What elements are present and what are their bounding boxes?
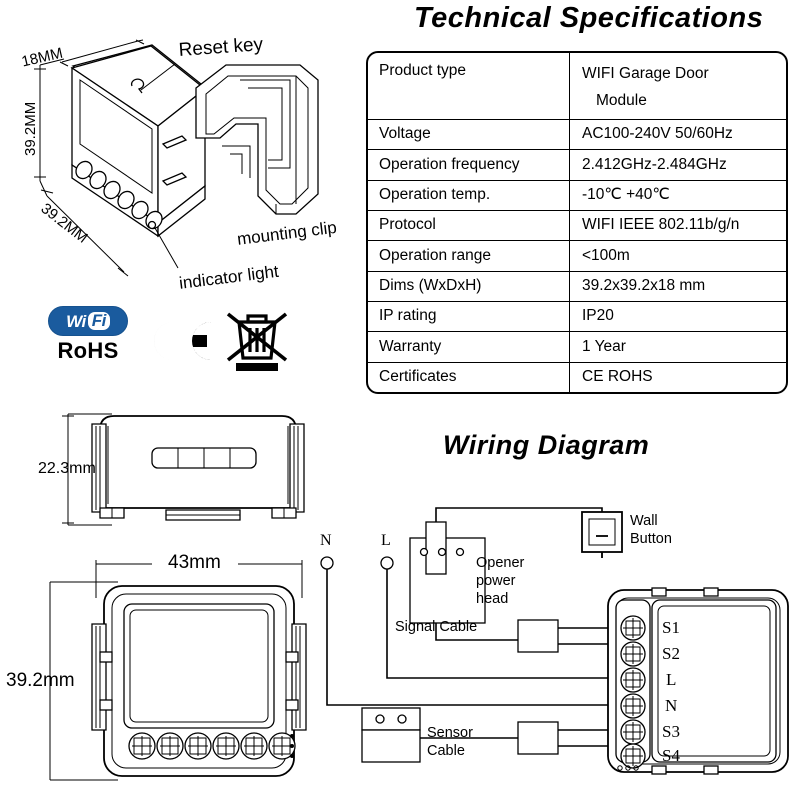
table-row: Certificates CE ROHS	[368, 362, 786, 392]
top-view-drawing: 43mm 39.2mm	[0, 548, 340, 798]
wifi-logo-wi: Wi	[66, 311, 86, 331]
weee-crossed-bin-icon	[222, 306, 292, 374]
table-row: Operation frequency 2.412GHz-2.484GHz	[368, 149, 786, 181]
label-signal-cable: Signal Cable	[395, 619, 478, 635]
table-row: IP rating IP20	[368, 301, 786, 333]
spec-value: -10℃ +40℃	[569, 180, 786, 211]
table-row: Product type WIFI Garage Door Module	[368, 53, 786, 120]
spec-value: 2.412GHz-2.484GHz	[569, 149, 786, 181]
side-view-drawing: 22.3mm	[0, 400, 340, 550]
terminal-label-s3: S3	[662, 722, 680, 741]
label-opener-line1: Opener	[476, 555, 525, 571]
spec-key: Dims (WxDxH)	[368, 271, 570, 302]
label-sensor-cable-line2: Cable	[427, 743, 465, 759]
table-row: Protocol WIFI IEEE 802.11b/g/n	[368, 210, 786, 242]
section-title-wiring: Wiring Diagram	[443, 430, 650, 460]
spec-value: AC100-240V 50/60Hz	[569, 119, 786, 151]
spec-value-line2: Module	[596, 92, 647, 110]
label-sensor-cable-line1: Sensor	[427, 725, 473, 741]
table-row: Warranty 1 Year	[368, 331, 786, 363]
spec-value: WIFI Garage Door Module	[569, 53, 786, 120]
terminal-label-n: N	[665, 696, 678, 715]
wifi-logo-fi: Fi	[91, 311, 107, 330]
label-opener-line3: head	[476, 591, 509, 607]
signal-cable-connector	[517, 619, 620, 653]
wiring-diagram: N L Opener power head Wall Button Signal…	[300, 500, 800, 800]
label-opener-line2: power	[476, 573, 516, 589]
terminal-label-s1: S1	[662, 618, 680, 637]
module-top-body	[91, 585, 307, 777]
page-title-specifications: Technical Specifications	[414, 2, 764, 34]
specifications-table: Product type WIFI Garage Door Module Vol…	[366, 51, 788, 394]
isometric-product-drawing: 18MM 39.2MM 39.2MM Reset key mounting cl…	[0, 18, 360, 308]
spec-value: 39.2x39.2x18 mm	[569, 271, 786, 302]
table-row: Operation temp. -10℃ +40℃	[368, 180, 786, 211]
spec-key: Operation frequency	[368, 149, 570, 181]
rohs-label: RoHS	[57, 338, 119, 363]
dimension-392mm-top: 39.2mm	[6, 670, 75, 691]
spec-value: IP20	[569, 301, 786, 333]
spec-key: IP rating	[368, 301, 570, 333]
spec-value: WIFI IEEE 802.11b/g/n	[569, 210, 786, 242]
product-spec-sheet: Technical Specifications Product type WI…	[0, 0, 800, 800]
spec-value-line1: WIFI Garage Door	[582, 65, 709, 82]
spec-value: 1 Year	[569, 331, 786, 363]
terminal-label-s4: S4	[662, 746, 680, 765]
spec-key: Product type	[368, 53, 570, 120]
dimension-height-392: 39.2MM	[22, 101, 39, 156]
terminal-label-l: L	[666, 670, 677, 689]
terminal-label-s2: S2	[662, 644, 680, 663]
table-row: Dims (WxDxH) 39.2x39.2x18 mm	[368, 271, 786, 302]
spec-key: Operation temp.	[368, 180, 570, 211]
spec-key: Certificates	[368, 362, 570, 392]
spec-key: Protocol	[368, 210, 570, 242]
table-row: Operation range <100m	[368, 240, 786, 272]
wifi-logo-fi-box: Fi	[87, 311, 110, 330]
wall-button	[581, 511, 623, 558]
mounting-clip	[195, 64, 319, 215]
spec-value: <100m	[569, 240, 786, 272]
dimension-223mm: 22.3mm	[38, 460, 96, 477]
table-row: Voltage AC100-240V 50/60Hz	[368, 119, 786, 151]
dimension-43mm: 43mm	[168, 552, 221, 573]
label-wall-button-line1: Wall	[630, 513, 658, 529]
label-mains-live: L	[381, 532, 391, 549]
label-wall-button-line2: Button	[630, 531, 672, 547]
label-mains-neutral: N	[320, 532, 332, 549]
sensor-cable-connector	[517, 721, 620, 755]
module-side-body	[91, 415, 305, 521]
spec-key: Warranty	[368, 331, 570, 363]
spec-key: Voltage	[368, 119, 570, 151]
spec-key: Operation range	[368, 240, 570, 272]
spec-value: CE ROHS	[582, 368, 653, 386]
wifi-logo: Wi Fi	[48, 306, 128, 336]
ce-mark-icon	[143, 318, 215, 364]
wiring-module-body	[607, 587, 789, 775]
